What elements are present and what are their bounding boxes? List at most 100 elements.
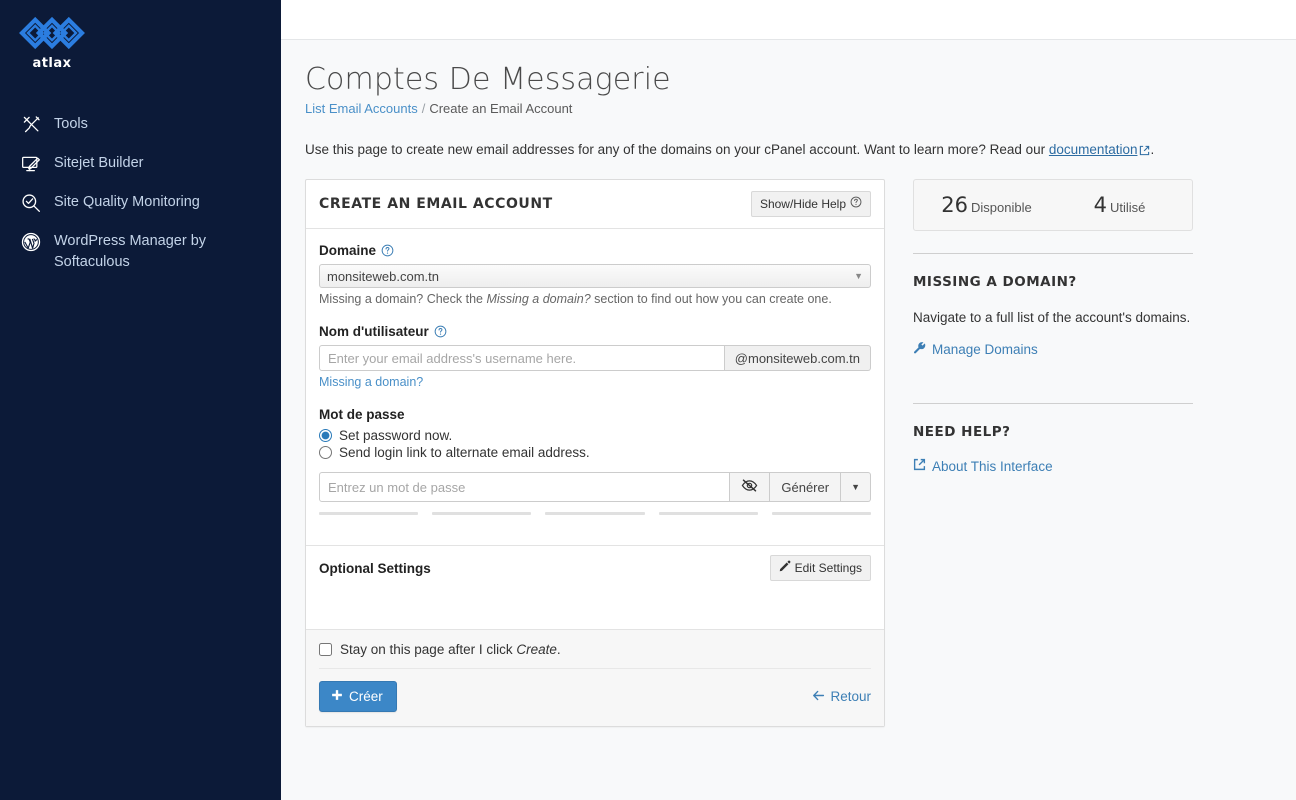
question-circle-icon[interactable]: [381, 244, 394, 257]
generate-password-button[interactable]: Générer: [770, 472, 842, 502]
username-label-row: Nom d'utilisateur: [319, 324, 871, 339]
domain-select-wrap: monsiteweb.com.tn ▼: [319, 264, 871, 288]
radio-set-password-now-label: Set password now.: [339, 428, 453, 443]
generate-options-dropdown[interactable]: ▼: [841, 472, 871, 502]
panel-footer: Stay on this page after I click Create. …: [306, 630, 884, 726]
strength-segment: [545, 512, 645, 515]
radio-set-password-now-input[interactable]: [319, 429, 332, 442]
password-input[interactable]: [319, 472, 731, 502]
domain-hint-before: Missing a domain? Check the: [319, 292, 487, 306]
pencil-icon: [779, 560, 791, 576]
stat-used-label: Utilisé: [1109, 200, 1146, 215]
username-field: Nom d'utilisateur @monsiteweb.com.tn Mis…: [319, 324, 871, 389]
username-input-group: @monsiteweb.com.tn: [319, 345, 871, 371]
atlax-chain-logo: [19, 16, 85, 50]
manage-domains-link[interactable]: Manage Domains: [913, 341, 1038, 357]
back-link[interactable]: Retour: [812, 689, 871, 705]
stay-label-before: Stay on this page after I click: [340, 642, 517, 657]
sidebar-item-site-quality-monitoring[interactable]: Site Quality Monitoring: [0, 183, 281, 222]
documentation-link[interactable]: documentation: [1049, 142, 1138, 157]
page-title: Comptes De Messagerie: [305, 62, 671, 97]
caret-down-icon: ▼: [851, 482, 860, 492]
manage-domains-label: Manage Domains: [932, 341, 1038, 357]
password-input-group: Générer ▼: [319, 472, 871, 502]
username-label: Nom d'utilisateur: [319, 324, 429, 339]
main-area: Comptes De Messagerie List Email Account…: [281, 0, 1296, 800]
stat-available-label: Disponible: [971, 200, 1032, 215]
create-button[interactable]: Créer: [319, 681, 397, 712]
radio-set-password-now[interactable]: Set password now.: [319, 428, 871, 443]
stat-used: 4 Utilisé: [1053, 193, 1186, 217]
question-circle-icon[interactable]: [434, 325, 447, 338]
stay-on-page-label: Stay on this page after I click Create.: [340, 642, 561, 657]
domain-select[interactable]: monsiteweb.com.tn: [319, 264, 871, 288]
create-button-label: Créer: [349, 689, 383, 704]
optional-settings-header: Optional Settings Edit Settings: [306, 545, 884, 590]
form-column: CREATE AN EMAIL ACCOUNT Show/Hide Help D…: [305, 179, 885, 727]
sidebar-item-label: Tools: [54, 116, 88, 132]
stat-used-number: 4: [1093, 193, 1107, 217]
radio-send-login-link[interactable]: Send login link to alternate email addre…: [319, 445, 871, 460]
breadcrumb-current: Create an Email Account: [429, 101, 573, 116]
side-spacer: [913, 369, 1193, 403]
tools-icon: [20, 114, 42, 135]
username-hint: Missing a domain?: [319, 375, 871, 389]
breadcrumb-link-list-email-accounts[interactable]: List Email Accounts: [305, 101, 418, 116]
sidebar-item-label: WordPress Manager by Softaculous: [54, 233, 207, 270]
show-hide-help-button[interactable]: Show/Hide Help: [750, 191, 871, 217]
sidebar-nav: Tools Sitejet Builder Site Quality Monit…: [0, 105, 281, 282]
strength-segment: [432, 512, 532, 515]
content: Comptes De Messagerie List Email Account…: [281, 40, 1296, 727]
sidebar-item-label: Site Quality Monitoring: [54, 194, 200, 210]
domain-label-row: Domaine: [319, 243, 871, 258]
radio-send-login-link-label: Send login link to alternate email addre…: [339, 445, 590, 460]
wrench-icon: [913, 341, 926, 357]
sidebar-item-wordpress-manager[interactable]: WordPress Manager by Softaculous: [0, 222, 281, 282]
password-label: Mot de passe: [319, 407, 405, 422]
about-this-interface-link[interactable]: About This Interface: [913, 458, 1053, 474]
stay-on-page-checkbox-row[interactable]: Stay on this page after I click Create.: [319, 642, 871, 669]
arrow-left-icon: [812, 689, 825, 705]
breadcrumb-separator: /: [421, 101, 426, 116]
missing-domain-section: MISSING A DOMAIN? Navigate to a full lis…: [913, 253, 1193, 359]
need-help-section: NEED HELP? About This Interface: [913, 403, 1193, 476]
footer-actions: Créer Retour: [319, 669, 871, 712]
password-strength-meter: [319, 512, 872, 515]
strength-segment: [319, 512, 419, 515]
optional-settings-title: Optional Settings: [319, 560, 431, 576]
username-input[interactable]: [319, 345, 725, 371]
strength-segment: [658, 512, 758, 515]
back-link-label: Retour: [830, 689, 871, 704]
missing-a-domain-link[interactable]: Missing a domain?: [319, 375, 423, 389]
edit-settings-button[interactable]: Edit Settings: [769, 555, 871, 581]
password-visibility-toggle[interactable]: [730, 472, 771, 502]
username-domain-addon: @monsiteweb.com.tn: [724, 345, 871, 371]
about-this-interface-label: About This Interface: [932, 458, 1053, 474]
stay-label-after: .: [556, 642, 561, 657]
stat-available: 26 Disponible: [920, 193, 1053, 217]
domain-field: Domaine monsiteweb.com.tn ▼ Missing a do…: [319, 243, 871, 306]
strength-segment: [771, 512, 872, 515]
sidebar-item-tools[interactable]: Tools: [0, 105, 281, 144]
intro-text-before: Use this page to create new email addres…: [305, 142, 1049, 157]
eye-slash-icon: [741, 478, 758, 496]
brand[interactable]: atlax: [0, 0, 281, 71]
generate-password-label: Générer: [781, 479, 830, 495]
radio-send-login-link-input[interactable]: [319, 446, 332, 459]
domain-hint-after: section to find out how you can create o…: [590, 292, 832, 306]
missing-domain-title: MISSING A DOMAIN?: [913, 274, 1077, 290]
columns: CREATE AN EMAIL ACCOUNT Show/Hide Help D…: [305, 179, 1260, 727]
missing-domain-text: Navigate to a full list of the account's…: [913, 310, 1191, 325]
monitor-pen-icon: [20, 153, 42, 174]
external-link-icon: [913, 458, 926, 474]
domain-hint-italic: Missing a domain?: [486, 292, 591, 306]
optional-settings-body: [306, 590, 884, 630]
domain-label: Domaine: [319, 243, 377, 258]
create-email-account-panel: CREATE AN EMAIL ACCOUNT Show/Hide Help D…: [305, 179, 885, 727]
quota-stats: 26 Disponible 4 Utilisé: [913, 179, 1193, 231]
sidebar: atlax Tools Sitejet Builder Site Quality…: [0, 0, 281, 800]
plus-icon: [331, 689, 343, 704]
sidebar-item-sitejet-builder[interactable]: Sitejet Builder: [0, 144, 281, 183]
breadcrumb: List Email Accounts / Create an Email Acco…: [305, 101, 1260, 116]
stay-on-page-checkbox[interactable]: [319, 643, 332, 656]
